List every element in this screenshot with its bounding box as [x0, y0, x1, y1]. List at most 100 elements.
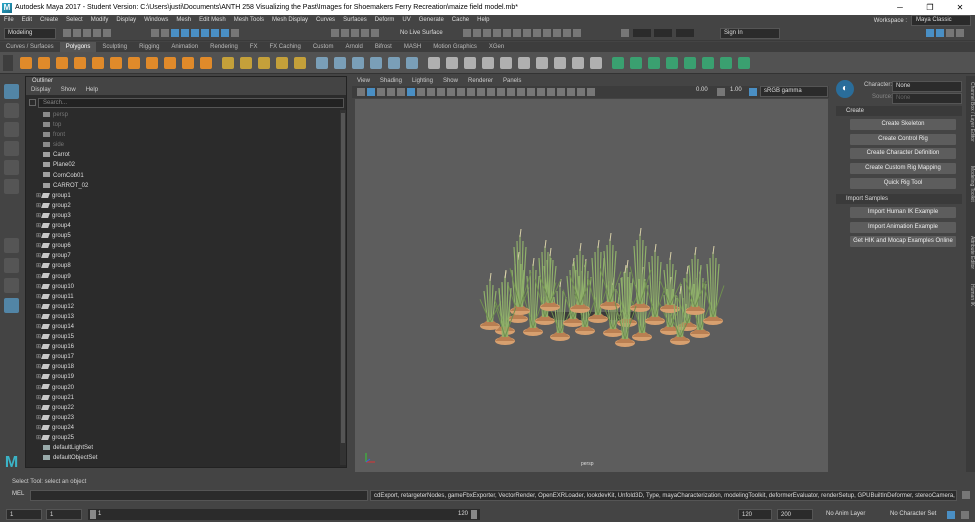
- smooth-icon[interactable]: [334, 57, 346, 69]
- outliner-item[interactable]: persp: [26, 110, 338, 120]
- menu-create[interactable]: Create: [36, 17, 62, 23]
- plane-icon[interactable]: [110, 57, 122, 69]
- toggle-attribute-editor-icon[interactable]: [553, 29, 561, 37]
- image-plane-icon[interactable]: [387, 88, 395, 96]
- snap-view-icon[interactable]: [361, 29, 369, 37]
- mode-dropdown[interactable]: Modeling: [4, 28, 56, 39]
- outliner-item[interactable]: ⊞ group18: [26, 362, 338, 372]
- bool-difference-icon[interactable]: [370, 57, 382, 69]
- append-icon[interactable]: [518, 57, 530, 69]
- new-scene-icon[interactable]: [63, 29, 71, 37]
- shelf-tab-mash[interactable]: MASH: [398, 42, 427, 52]
- menu-mesh[interactable]: Mesh: [172, 17, 195, 23]
- reduce-icon[interactable]: [446, 57, 458, 69]
- outliner-menu-help[interactable]: Help: [81, 86, 103, 95]
- select-by-component-icon[interactable]: [171, 29, 179, 37]
- exposure-icon[interactable]: [587, 88, 595, 96]
- torus-icon[interactable]: [92, 57, 104, 69]
- outliner-item[interactable]: ⊞ group3: [26, 211, 338, 221]
- ipr-render-icon[interactable]: [483, 29, 491, 37]
- viewport-menu-shading[interactable]: Shading: [375, 76, 407, 86]
- shelf-tab-xgen[interactable]: XGen: [483, 42, 510, 52]
- character-set-dropdown[interactable]: No Character Set: [890, 511, 936, 517]
- animation-end-field[interactable]: 200: [777, 509, 813, 520]
- outliner-item[interactable]: ⊞ group4: [26, 221, 338, 231]
- menu-modify[interactable]: Modify: [87, 17, 113, 23]
- range-start-handle[interactable]: [90, 510, 96, 519]
- outliner-item[interactable]: ⊞ group6: [26, 241, 338, 251]
- cut-uv-icon[interactable]: [684, 57, 696, 69]
- menu-uv[interactable]: UV: [398, 17, 414, 23]
- outliner-item[interactable]: ⊞ group1: [26, 191, 338, 201]
- gate-mask-icon[interactable]: [427, 88, 435, 96]
- lock-selection-icon[interactable]: [231, 29, 239, 37]
- get-hik-and-mocap-examples-online-button[interactable]: Get HIK and Mocap Examples Online: [850, 236, 956, 248]
- absolute-transform-icon[interactable]: [621, 29, 629, 37]
- sign-in-dropdown[interactable]: Sign In: [720, 28, 780, 39]
- cylinder-icon[interactable]: [56, 57, 68, 69]
- four-view-layout-icon[interactable]: [4, 258, 19, 273]
- side-tab-human-ik[interactable]: Human IK: [966, 284, 975, 306]
- z-field[interactable]: [676, 29, 695, 37]
- render-setup-icon[interactable]: [513, 29, 521, 37]
- insert-edge-loop-icon[interactable]: [554, 57, 566, 69]
- undo-icon[interactable]: [93, 29, 101, 37]
- outliner-item[interactable]: ⊞ group16: [26, 342, 338, 352]
- search-options-icon[interactable]: [29, 99, 36, 106]
- create-control-rig-button[interactable]: Create Control Rig: [850, 133, 956, 145]
- edge-mask-icon[interactable]: [191, 29, 199, 37]
- outliner-item[interactable]: ⊞ group25: [26, 433, 338, 443]
- menu-edit-mesh[interactable]: Edit Mesh: [195, 17, 230, 23]
- open-scene-icon[interactable]: [73, 29, 81, 37]
- lasso-tool-icon[interactable]: [4, 103, 19, 118]
- bool-union-icon[interactable]: [352, 57, 364, 69]
- menu-windows[interactable]: Windows: [140, 17, 172, 23]
- create-character-definition-button[interactable]: Create Character Definition: [850, 148, 956, 160]
- script-editor-icon[interactable]: [962, 491, 970, 499]
- menu-surfaces[interactable]: Surfaces: [339, 17, 371, 23]
- side-tab-modeling-toolkit[interactable]: Modeling Toolkit: [966, 166, 975, 202]
- outliner-item[interactable]: ⊞ group9: [26, 272, 338, 282]
- snap-surface-icon[interactable]: [371, 29, 379, 37]
- outliner-item[interactable]: Carrot: [26, 150, 338, 160]
- offset-edge-loop-icon[interactable]: [572, 57, 584, 69]
- start-time-field[interactable]: 1: [6, 509, 42, 520]
- light-editor-icon[interactable]: [523, 29, 531, 37]
- layout-toggle-icon[interactable]: [936, 29, 944, 37]
- save-scene-icon[interactable]: [83, 29, 91, 37]
- shelf-tab-custom[interactable]: Custom: [307, 42, 340, 52]
- ambient-occlusion-icon[interactable]: [547, 88, 555, 96]
- select-by-hierarchy-icon[interactable]: [151, 29, 159, 37]
- side-tab-attribute-editor[interactable]: Attribute Editor: [966, 236, 975, 269]
- view-transform-dropdown[interactable]: sRGB gamma: [760, 86, 828, 97]
- menu-mesh-display[interactable]: Mesh Display: [268, 17, 312, 23]
- shelf-tab-polygons[interactable]: Polygons: [59, 42, 97, 52]
- live-surface-label[interactable]: No Live Surface: [400, 28, 443, 39]
- snap-point-icon[interactable]: [351, 29, 359, 37]
- outliner-item[interactable]: ⊞ group2: [26, 201, 338, 211]
- render-frame-icon[interactable]: [473, 29, 481, 37]
- import-section-header[interactable]: Import Samples: [836, 194, 962, 204]
- sew-uv-icon[interactable]: [702, 57, 714, 69]
- outliner-item[interactable]: defaultObjectSet: [26, 453, 338, 463]
- menu-cache[interactable]: Cache: [448, 17, 473, 23]
- range-slider-bar[interactable]: 1 120: [88, 509, 480, 520]
- mel-label[interactable]: MEL: [12, 491, 24, 497]
- viewport-menu-show[interactable]: Show: [438, 76, 463, 86]
- outliner-item[interactable]: ⊞ group5: [26, 231, 338, 241]
- source-dropdown[interactable]: None: [892, 93, 962, 104]
- shelf-tab-fx-caching[interactable]: FX Caching: [263, 42, 306, 52]
- menu-edit[interactable]: Edit: [18, 17, 36, 23]
- move-tool-icon[interactable]: [4, 141, 19, 156]
- outliner-item[interactable]: ⊞ group7: [26, 251, 338, 261]
- outliner-search-input[interactable]: Search...: [38, 98, 344, 108]
- mel-input[interactable]: [30, 490, 368, 501]
- uv-editor-icon[interactable]: [666, 57, 678, 69]
- bool-intersect-icon[interactable]: [388, 57, 400, 69]
- perspective-outliner-layout-icon[interactable]: [4, 278, 19, 293]
- viewport-menu-lighting[interactable]: Lighting: [407, 76, 438, 86]
- toggle-channel-box-icon[interactable]: [573, 29, 581, 37]
- fill-hole-icon[interactable]: [428, 57, 440, 69]
- lights-icon[interactable]: [527, 88, 535, 96]
- outliner-item[interactable]: ⊞ group19: [26, 372, 338, 382]
